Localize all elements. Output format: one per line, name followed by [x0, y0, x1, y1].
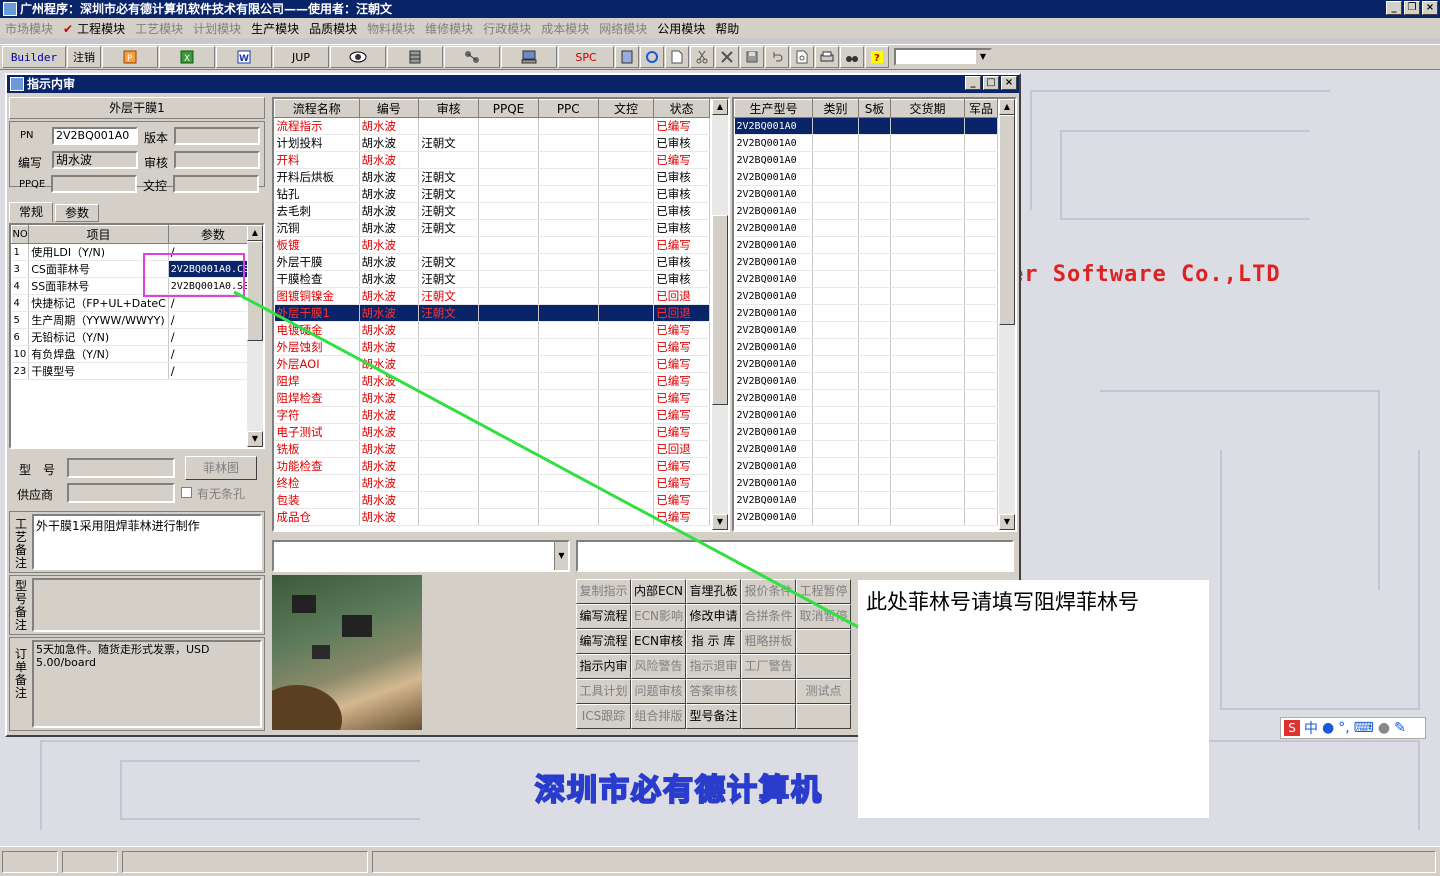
settings-wrench-icon[interactable]: ✎: [1394, 720, 1406, 736]
user-icon[interactable]: ●: [1378, 720, 1390, 736]
annotation-text: 此处菲林号请填写阻焊菲林号: [866, 590, 1139, 614]
status-panel: [122, 851, 368, 873]
annotation-arrow: [233, 290, 861, 630]
ime-language[interactable]: 中: [1304, 718, 1318, 738]
status-panel: [2, 851, 58, 873]
keyboard-icon[interactable]: ⌨: [1354, 720, 1374, 736]
status-bar: [0, 846, 1440, 876]
status-panel: [62, 851, 118, 873]
status-panel: [372, 851, 1436, 873]
ime-toolbar[interactable]: S 中 ● °, ⌨ ● ✎: [1280, 717, 1426, 739]
full-width-icon[interactable]: ●: [1322, 720, 1334, 736]
punctuation-icon[interactable]: °,: [1338, 720, 1349, 736]
sogou-icon[interactable]: S: [1284, 720, 1300, 736]
